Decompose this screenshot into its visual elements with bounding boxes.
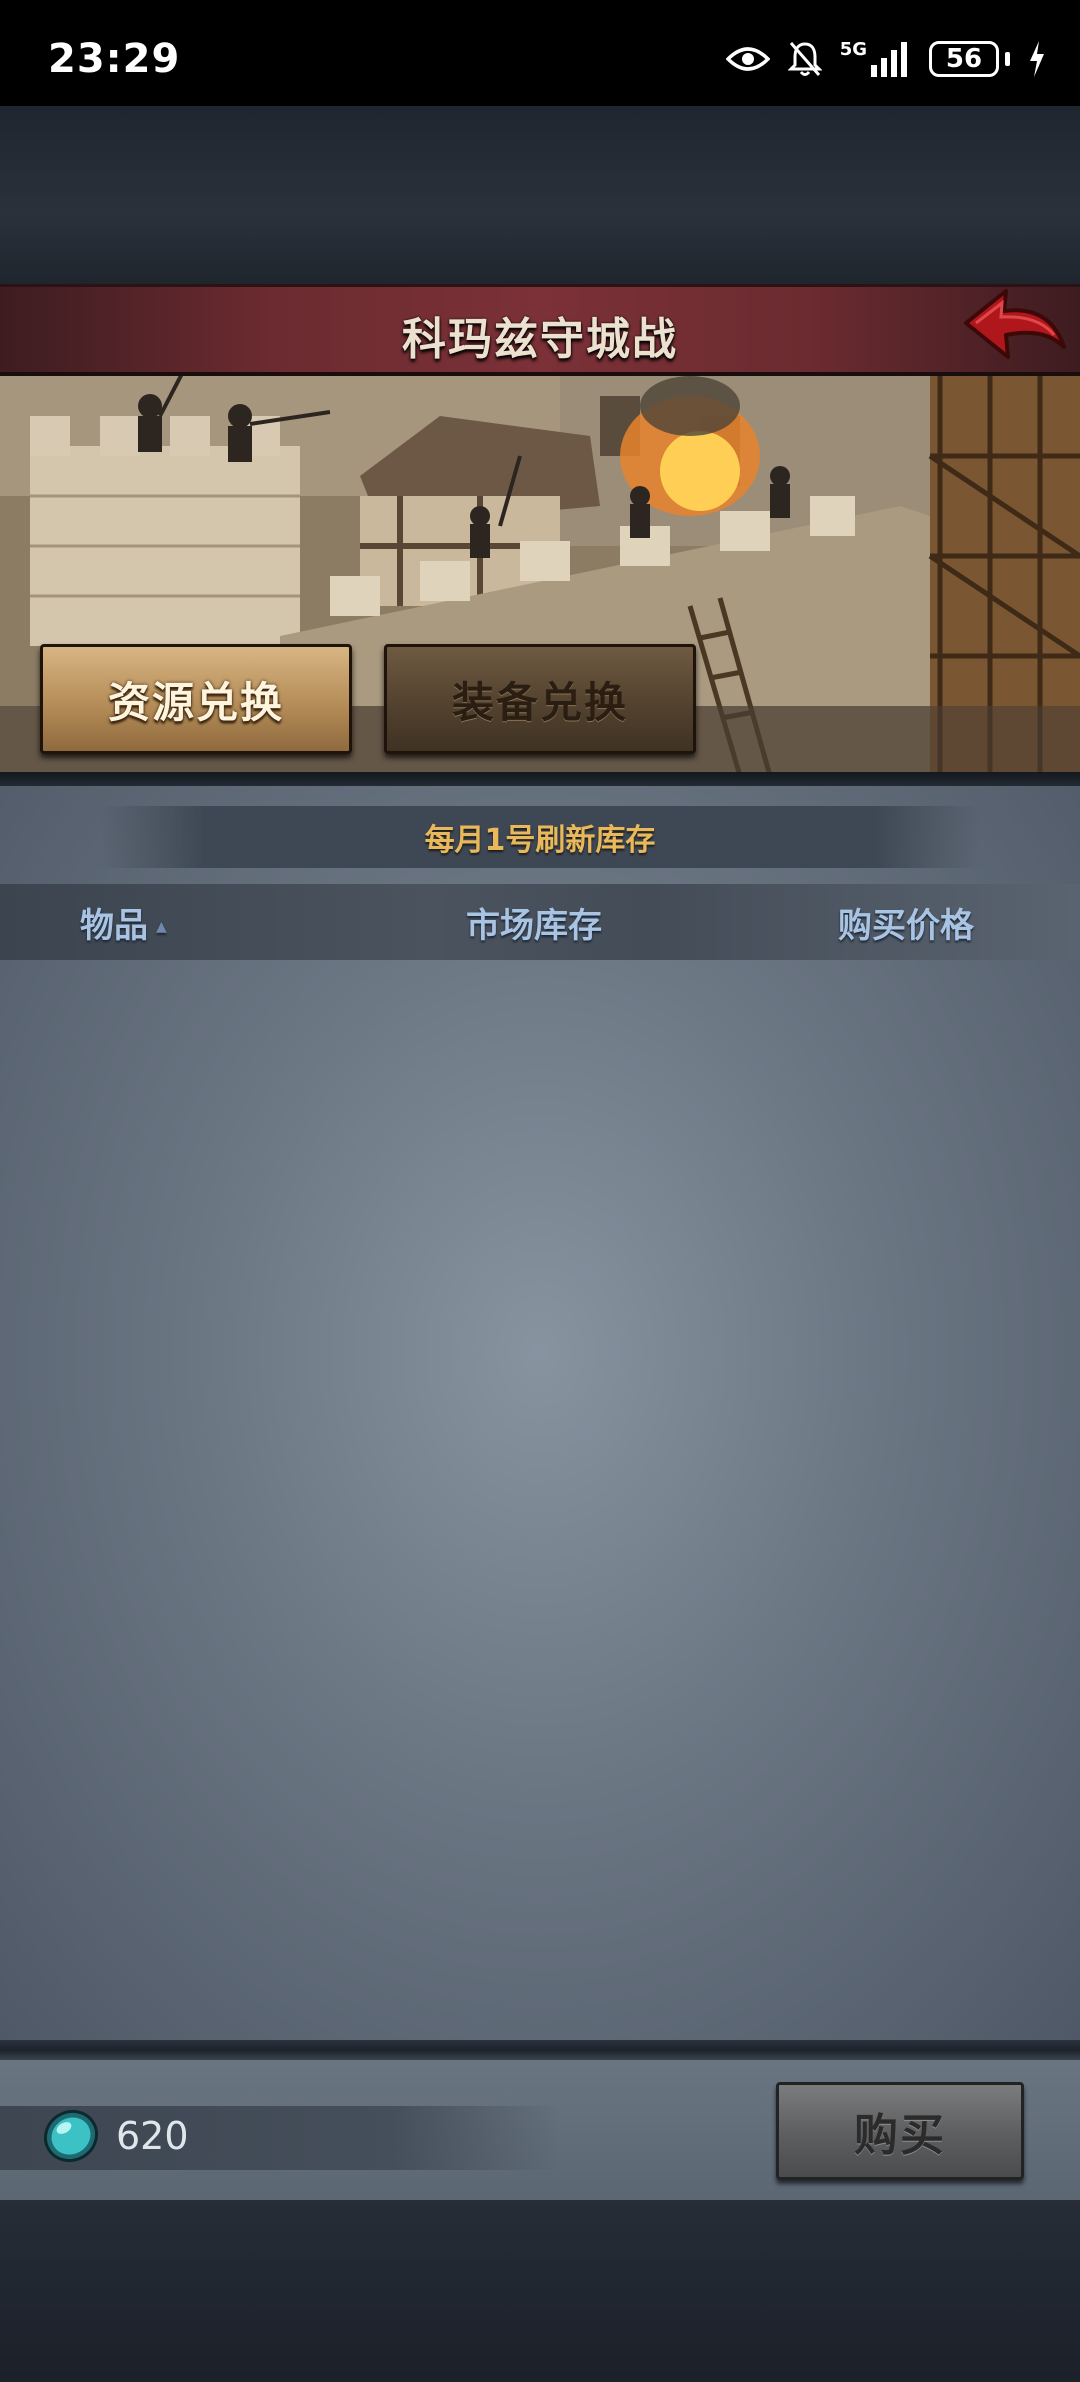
currency-amount: 620 — [116, 2114, 189, 2158]
tab-resource-exchange[interactable]: 资源兑换 — [40, 644, 352, 754]
eye-icon — [725, 47, 770, 71]
signal-group: 5G — [840, 41, 911, 77]
battery-nub — [1005, 52, 1010, 66]
status-bar: 23:29 5G 56 — [0, 0, 1080, 106]
battery-icon: 56 — [929, 41, 999, 77]
sort-up-icon: ▲ — [156, 919, 167, 935]
page-title: 科玛兹守城战 — [402, 314, 678, 365]
banner-divider — [0, 772, 1080, 786]
buy-button[interactable]: 购买 — [776, 2082, 1024, 2180]
battery-level: 56 — [945, 44, 983, 74]
currency-display: 620 — [0, 2106, 560, 2170]
table-header: 物品 ▲ 市场库存 购买价格 — [0, 884, 1080, 960]
battle-banner: 资源兑换 装备兑换 — [0, 376, 1080, 776]
footer-divider — [0, 2040, 1080, 2060]
column-price[interactable]: 购买价格 — [838, 898, 974, 947]
network-type: 5G — [839, 39, 867, 60]
item-list[interactable] — [0, 960, 1080, 2040]
bell-muted-icon — [787, 42, 822, 76]
status-icons: 5G 56 — [725, 38, 1046, 80]
refresh-notice: 每月1号刷新库存 — [100, 806, 980, 868]
bottom-backdrop — [0, 2200, 1080, 2382]
title-bar: 科玛兹守城战 — [0, 284, 1080, 376]
gem-icon — [43, 2109, 99, 2163]
purchase-footer: 620 购买 — [0, 2060, 1080, 2204]
signal-icon — [871, 42, 907, 77]
column-item[interactable]: 物品 ▲ — [80, 898, 167, 947]
back-arrow-icon[interactable] — [958, 283, 1070, 379]
column-stock[interactable]: 市场库存 — [466, 898, 602, 947]
column-item-label: 物品 — [80, 905, 148, 946]
status-time: 23:29 — [48, 36, 181, 82]
top-backdrop — [0, 106, 1080, 286]
market-panel: 每月1号刷新库存 物品 ▲ 市场库存 购买价格 — [0, 786, 1080, 2044]
charging-icon — [1030, 41, 1044, 77]
tab-equipment-exchange[interactable]: 装备兑换 — [384, 644, 696, 754]
